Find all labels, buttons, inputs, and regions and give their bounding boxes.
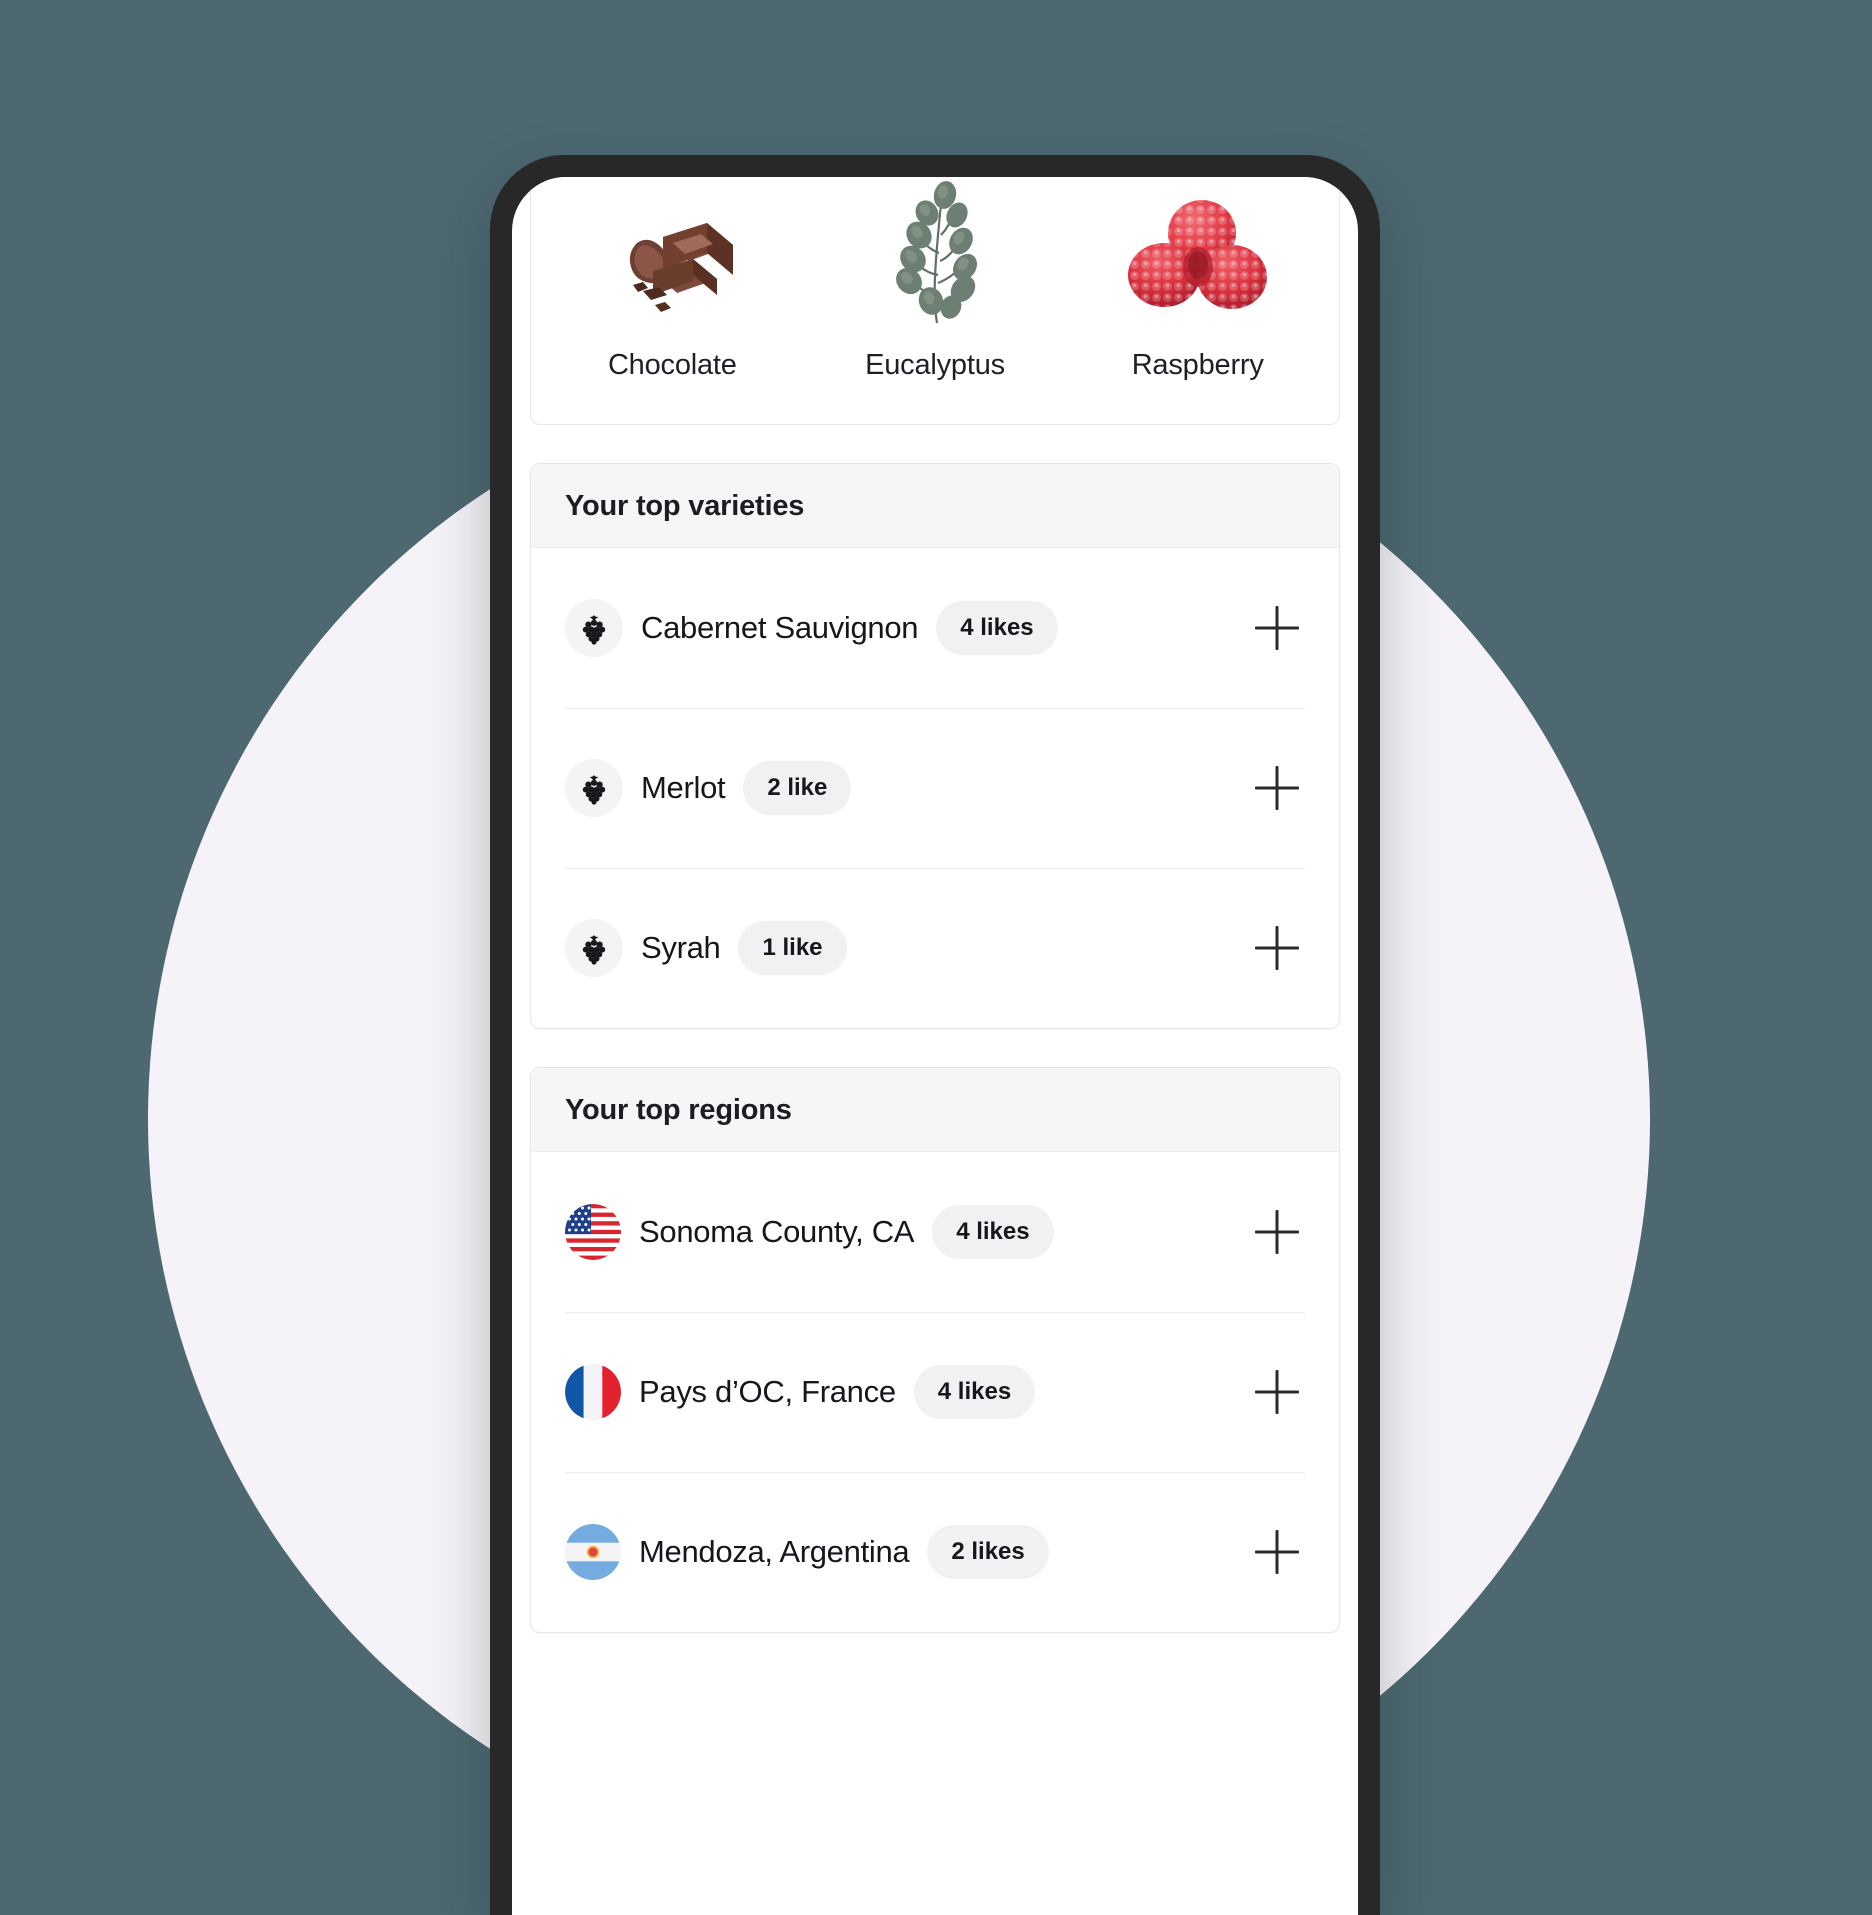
variety-label: Syrah xyxy=(641,930,721,965)
region-row-sonoma-county[interactable]: Sonoma County, CA 4 likes xyxy=(531,1152,1339,1312)
flag-argentina-icon xyxy=(565,1524,621,1580)
eucalyptus-icon xyxy=(804,177,1067,327)
grape-icon xyxy=(565,599,623,657)
region-row-pays-doc[interactable]: Pays d’OC, France 4 likes xyxy=(531,1312,1339,1472)
add-icon[interactable] xyxy=(1249,1204,1305,1260)
varieties-card-header: Your top varieties xyxy=(531,464,1339,548)
likes-badge: 2 likes xyxy=(927,1525,1049,1579)
variety-row-merlot[interactable]: Merlot 2 like xyxy=(531,708,1339,868)
regions-card-header: Your top regions xyxy=(531,1068,1339,1152)
grape-icon xyxy=(565,919,623,977)
likes-badge: 4 likes xyxy=(936,601,1058,655)
regions-title: Your top regions xyxy=(565,1094,792,1126)
flavor-label: Raspberry xyxy=(1131,349,1264,381)
phone-device-frame: Chocolate Eucalyptus Raspberry Your top … xyxy=(490,155,1380,1915)
region-row-mendoza[interactable]: Mendoza, Argentina 2 likes xyxy=(531,1472,1339,1632)
region-label: Sonoma County, CA xyxy=(639,1214,915,1249)
region-label: Mendoza, Argentina xyxy=(639,1534,910,1569)
raspberry-icon xyxy=(1066,177,1329,327)
add-icon[interactable] xyxy=(1249,600,1305,656)
chocolate-icon xyxy=(541,177,804,327)
variety-label: Cabernet Sauvignon xyxy=(641,610,919,645)
likes-badge: 2 like xyxy=(743,761,852,815)
regions-card: Your top regions Sonoma County, CA 4 lik… xyxy=(530,1067,1340,1633)
flavor-label: Eucalyptus xyxy=(865,349,1005,381)
flavors-card: Chocolate Eucalyptus Raspberry xyxy=(530,177,1340,425)
add-icon[interactable] xyxy=(1249,1524,1305,1580)
likes-badge: 4 likes xyxy=(932,1205,1054,1259)
add-icon[interactable] xyxy=(1249,1364,1305,1420)
variety-label: Merlot xyxy=(641,770,726,805)
variety-row-syrah[interactable]: Syrah 1 like xyxy=(531,868,1339,1028)
flag-usa-icon xyxy=(565,1204,621,1260)
grape-icon xyxy=(565,759,623,817)
likes-badge: 1 like xyxy=(738,921,847,975)
flavor-item-raspberry[interactable]: Raspberry xyxy=(1066,177,1329,382)
add-icon[interactable] xyxy=(1249,920,1305,976)
flavor-item-eucalyptus[interactable]: Eucalyptus xyxy=(804,177,1067,382)
region-label: Pays d’OC, France xyxy=(639,1374,896,1409)
likes-badge: 4 likes xyxy=(913,1365,1036,1419)
flavor-item-chocolate[interactable]: Chocolate xyxy=(541,177,804,382)
variety-row-cabernet-sauvignon[interactable]: Cabernet Sauvignon 4 likes xyxy=(531,548,1339,708)
flag-france-icon xyxy=(565,1364,621,1420)
flavors-row: Chocolate Eucalyptus Raspberry xyxy=(531,177,1339,382)
phone-screen: Chocolate Eucalyptus Raspberry Your top … xyxy=(512,177,1358,1915)
flavor-label: Chocolate xyxy=(607,349,737,381)
varieties-card: Your top varieties Cabernet Sauvignon 4 … xyxy=(530,463,1340,1029)
varieties-title: Your top varieties xyxy=(565,490,805,522)
app-content: Chocolate Eucalyptus Raspberry Your top … xyxy=(512,177,1358,1671)
add-icon[interactable] xyxy=(1249,760,1305,816)
